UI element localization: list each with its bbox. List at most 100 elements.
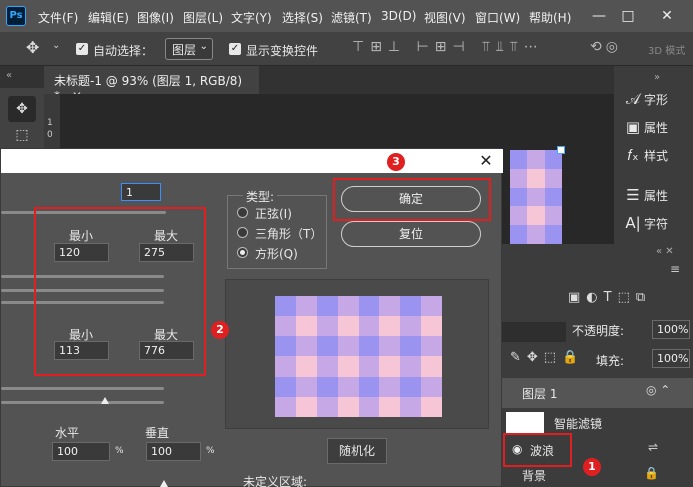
character-icon: 𝒜 (625, 90, 641, 108)
auto-select-checkbox[interactable]: ✓ (76, 43, 88, 55)
pattern-cell (421, 376, 442, 397)
pattern-cell (379, 396, 401, 417)
pattern-cell (275, 376, 296, 397)
menu-help[interactable]: 帮助(H) (529, 9, 571, 26)
pattern-cell (379, 356, 401, 377)
panel-menu-icon[interactable]: ≡ (670, 262, 680, 276)
dialog-titlebar: ✕ (1, 149, 503, 173)
pattern-cell (337, 296, 359, 317)
pattern-cell (421, 336, 442, 357)
canvas-pattern (510, 150, 562, 244)
menu-type[interactable]: 文字(Y) (231, 9, 272, 26)
menu-layer[interactable]: 图层(L) (183, 9, 223, 26)
type-square-label[interactable]: 方形(Q) (255, 245, 298, 262)
annotation-badge-1: 1 (583, 458, 601, 476)
pattern-cell (358, 316, 380, 337)
menu-window[interactable]: 窗口(W) (475, 9, 520, 26)
show-transform-label: 显示变换控件 (246, 44, 319, 58)
auto-select-value: 图层 (172, 43, 197, 57)
type-triangle-label[interactable]: 三角形（T） (255, 225, 322, 242)
character-panel-button[interactable]: A| 字符 (622, 214, 692, 238)
3d-tool-icons[interactable]: ⟲◎ (590, 39, 622, 55)
pattern-cell (316, 396, 338, 417)
pattern-cell (527, 168, 545, 188)
panel-label: 属性 (644, 189, 669, 203)
restore-button[interactable]: □ (617, 6, 639, 26)
fill-field[interactable]: 100% (652, 349, 690, 368)
show-transform-checkbox[interactable]: ✓ (229, 43, 241, 55)
align-icons[interactable]: ⊤⊞⊥ ⊢⊞⊣ (352, 39, 471, 55)
adjust-properties-button[interactable]: ☰ 属性 (622, 186, 692, 210)
filter-options-icon[interactable]: ⇌ (648, 440, 658, 454)
pattern-cell (275, 356, 296, 377)
slider-thumb[interactable] (101, 397, 109, 404)
panel-collapse-icon[interactable]: « ✕ (656, 246, 674, 257)
pattern-cell (295, 376, 317, 397)
properties-panel-button[interactable]: ▣ 属性 (622, 118, 692, 142)
styles-panel-button[interactable]: 𝑓ₓ 样式 (622, 146, 692, 170)
auto-select-dropdown[interactable]: 图层 ⌄ (165, 38, 213, 60)
type-sine-radio[interactable] (237, 207, 248, 218)
pattern-cell (527, 225, 545, 244)
styles-icon: 𝑓ₓ (627, 146, 639, 164)
minimize-button[interactable]: — (588, 6, 610, 26)
document-tab[interactable]: 未标题-1 @ 93% (图层 1, RGB/8) * ✕ (44, 66, 259, 103)
pattern-cell (358, 376, 380, 397)
menu-image[interactable]: 图像(I) (137, 9, 174, 26)
canvas-image[interactable] (510, 150, 562, 244)
horizontal-scale-field[interactable]: 100 (52, 442, 110, 461)
pattern-cell (295, 296, 317, 317)
pattern-cell (510, 225, 528, 244)
pattern-cell (510, 150, 528, 169)
properties-icon: ▣ (625, 118, 641, 136)
type-triangle-radio[interactable] (237, 227, 248, 238)
generators-field[interactable]: 1 (121, 183, 161, 201)
pattern-cell (275, 396, 296, 417)
menu-select[interactable]: 选择(S) (282, 9, 323, 26)
layer-row-layer1[interactable]: 图层 1 ◎ ⌃ (496, 378, 693, 408)
menu-view[interactable]: 视图(V) (424, 9, 466, 26)
close-button[interactable]: ✕ (656, 6, 678, 26)
slider-track[interactable] (1, 401, 164, 404)
pattern-cell (544, 225, 562, 244)
vertical-scale-field[interactable]: 100 (146, 442, 201, 461)
move-tool-icon[interactable]: ✥ (26, 38, 39, 57)
panel-label: 样式 (644, 149, 669, 163)
randomize-button[interactable]: 随机化 (327, 438, 387, 464)
blend-mode-dropdown[interactable] (496, 322, 566, 342)
smart-filter-label[interactable]: 智能滤镜 (554, 415, 602, 432)
glyphs-panel-button[interactable]: 𝒜 字形 (622, 90, 692, 114)
menu-3d[interactable]: 3D(D) (381, 9, 416, 23)
pattern-cell (275, 296, 296, 317)
pattern-cell (400, 296, 422, 317)
pattern-cell (295, 336, 317, 357)
type-square-radio[interactable] (237, 247, 248, 258)
pattern-cell (316, 296, 338, 317)
menu-edit[interactable]: 编辑(E) (88, 9, 129, 26)
options-bar: ✥ ⌄ ✓ 自动选择： 图层 ⌄ ✓ 显示变换控件 ⊤⊞⊥ ⊢⊞⊣ ⫪⫫⫪⋯ ⟲… (0, 32, 693, 66)
reset-button[interactable]: 复位 (341, 221, 481, 247)
pattern-cell (400, 396, 422, 417)
panel-collapse-icon[interactable]: « (6, 70, 12, 81)
pattern-cell (379, 336, 401, 357)
menu-file[interactable]: 文件(F) (38, 9, 78, 26)
lock-icons[interactable]: ✎✥⬚🔒 (510, 350, 584, 365)
move-tool-icon[interactable]: ✥ (8, 96, 36, 122)
distribute-icons[interactable]: ⫪⫫⫪⋯ (482, 39, 544, 55)
dialog-close-icon[interactable]: ✕ (475, 151, 497, 171)
opacity-field[interactable]: 100% (652, 320, 690, 339)
chevron-down-icon[interactable]: ⌄ (52, 40, 60, 51)
pattern-cell (316, 356, 338, 377)
pattern-cell (316, 336, 338, 357)
type-sine-label[interactable]: 正弦(I) (255, 205, 292, 222)
slider-thumb[interactable] (160, 480, 168, 487)
pattern-cell (316, 316, 338, 337)
slider-track[interactable] (1, 387, 164, 390)
panel-label: 属性 (644, 121, 669, 135)
layer-filter-icons[interactable]: ▣◐T⬚⧉ (568, 290, 651, 305)
transform-handle[interactable] (557, 146, 565, 154)
menu-filter[interactable]: 滤镜(T) (331, 9, 372, 26)
panel-expand-icon[interactable]: » (654, 72, 660, 83)
wave-preview (275, 296, 442, 417)
marquee-tool-icon[interactable]: ⬚ (8, 122, 36, 148)
